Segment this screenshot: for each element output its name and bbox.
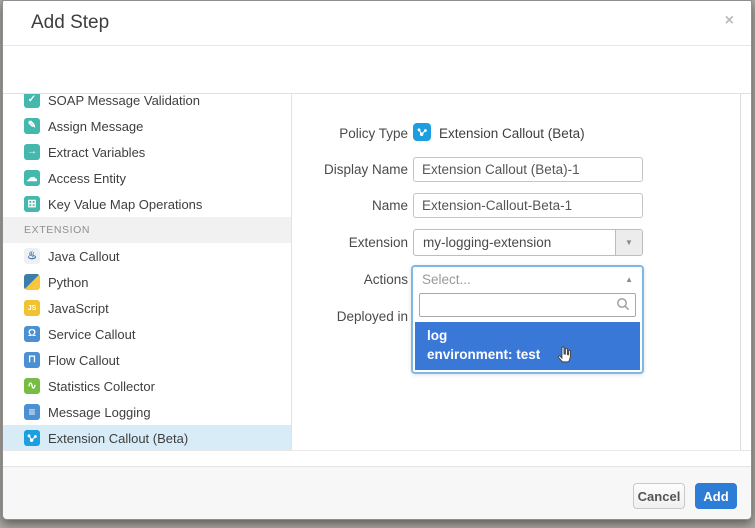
policy-list: ✓ SOAP Message Validation ✎ Assign Message →… xyxy=(3,94,291,450)
statistics-collector-icon: ∿ xyxy=(24,378,40,394)
sidebar-item-statistics-collector[interactable]: ∿ Statistics Collector xyxy=(3,373,291,399)
sidebar-item-soap-message-validation[interactable]: ✓ SOAP Message Validation xyxy=(3,94,291,113)
extension-select-button[interactable]: ▼ xyxy=(615,230,642,255)
sidebar-item-label: Access Entity xyxy=(48,171,126,186)
actions-combobox: Select... ▲ log environment: test xyxy=(411,265,644,374)
extension-callout-icon xyxy=(24,430,40,446)
extension-select-value: my-logging-extension xyxy=(414,235,615,250)
message-logging-icon: ≡ xyxy=(24,404,40,420)
java-callout-icon: ♨ xyxy=(24,248,40,264)
cancel-button[interactable]: Cancel xyxy=(633,483,685,509)
extension-label: Extension xyxy=(298,235,408,250)
javascript-icon: JS xyxy=(24,300,40,316)
cursor-pointer-icon xyxy=(554,344,575,371)
option-action-environment: environment: test xyxy=(427,345,628,364)
actions-combobox-header[interactable]: Select... ▲ xyxy=(413,267,642,292)
flow-callout-icon: ⊓ xyxy=(24,352,40,368)
sidebar-item-java-callout[interactable]: ♨ Java Callout xyxy=(3,243,291,269)
option-action-name: log xyxy=(427,326,628,345)
sidebar-item-access-entity[interactable]: ☁ Access Entity xyxy=(3,165,291,191)
sidebar-item-label: Extract Variables xyxy=(48,145,145,160)
sidebar-item-flow-callout[interactable]: ⊓ Flow Callout xyxy=(3,347,291,373)
sidebar-item-extract-variables[interactable]: → Extract Variables xyxy=(3,139,291,165)
dialog-header: Add Step × xyxy=(3,1,751,46)
sidebar-item-message-logging[interactable]: ≡ Message Logging xyxy=(3,399,291,425)
actions-search-input[interactable] xyxy=(419,293,636,317)
sidebar-item-javascript[interactable]: JS JavaScript xyxy=(3,295,291,321)
sidebar-item-python[interactable]: Python xyxy=(3,269,291,295)
sidebar-item-label: Key Value Map Operations xyxy=(48,197,202,212)
policy-instance-row: Policy Instance New Existing xyxy=(3,46,751,93)
name-label: Name xyxy=(298,198,408,213)
service-callout-icon: Ω xyxy=(24,326,40,342)
deployed-in-label: Deployed in xyxy=(298,309,408,324)
sidebar-item-label: Message Logging xyxy=(48,405,151,420)
caret-up-icon: ▲ xyxy=(625,275,633,284)
name-input[interactable] xyxy=(413,193,643,218)
add-button[interactable]: Add xyxy=(695,483,737,509)
sidebar-item-label: Assign Message xyxy=(48,119,143,134)
python-icon xyxy=(24,274,40,290)
sidebar-item-label: Statistics Collector xyxy=(48,379,155,394)
sidebar-item-key-value-map-operations[interactable]: ⊞ Key Value Map Operations xyxy=(3,191,291,217)
dialog-title: Add Step xyxy=(31,12,109,34)
actions-placeholder: Select... xyxy=(422,272,625,287)
sidebar-item-assign-message[interactable]: ✎ Assign Message xyxy=(3,113,291,139)
sidebar-item-label: JavaScript xyxy=(48,301,109,316)
form-panel-scrollbar[interactable] xyxy=(740,94,747,450)
display-name-input[interactable] xyxy=(413,157,643,182)
option-log-environment-test[interactable]: log environment: test xyxy=(415,322,640,370)
policy-type-label: Policy Type xyxy=(298,126,408,141)
policy-type-value: Extension Callout (Beta) xyxy=(439,126,585,141)
sidebar-item-label: Extension Callout (Beta) xyxy=(48,431,188,446)
caret-down-icon: ▼ xyxy=(625,238,633,247)
sidebar-item-label: SOAP Message Validation xyxy=(48,94,200,108)
sidebar-item-service-callout[interactable]: Ω Service Callout xyxy=(3,321,291,347)
extension-callout-icon xyxy=(413,123,431,141)
add-step-dialog: Add Step × Policy Instance New Existing … xyxy=(2,0,752,520)
policy-list-panel: ✓ SOAP Message Validation ✎ Assign Message →… xyxy=(3,94,292,450)
key-value-map-operations-icon: ⊞ xyxy=(24,196,40,212)
display-name-label: Display Name xyxy=(298,162,408,177)
soap-message-validation-icon: ✓ xyxy=(24,94,40,108)
sidebar-item-label: Flow Callout xyxy=(48,353,120,368)
sidebar-item-label: Python xyxy=(48,275,88,290)
sidebar-item-label: Java Callout xyxy=(48,249,120,264)
section-header-extension: EXTENSION xyxy=(3,217,291,243)
access-entity-icon: ☁ xyxy=(24,170,40,186)
actions-label: Actions xyxy=(298,272,408,287)
sidebar-item-label: Service Callout xyxy=(48,327,135,342)
extension-select[interactable]: my-logging-extension ▼ xyxy=(413,229,643,256)
extract-variables-icon: → xyxy=(24,144,40,160)
search-icon xyxy=(616,297,630,316)
sidebar-item-extension-callout[interactable]: Extension Callout (Beta) xyxy=(3,425,291,450)
assign-message-icon: ✎ xyxy=(24,118,40,134)
close-icon[interactable]: × xyxy=(725,13,734,29)
